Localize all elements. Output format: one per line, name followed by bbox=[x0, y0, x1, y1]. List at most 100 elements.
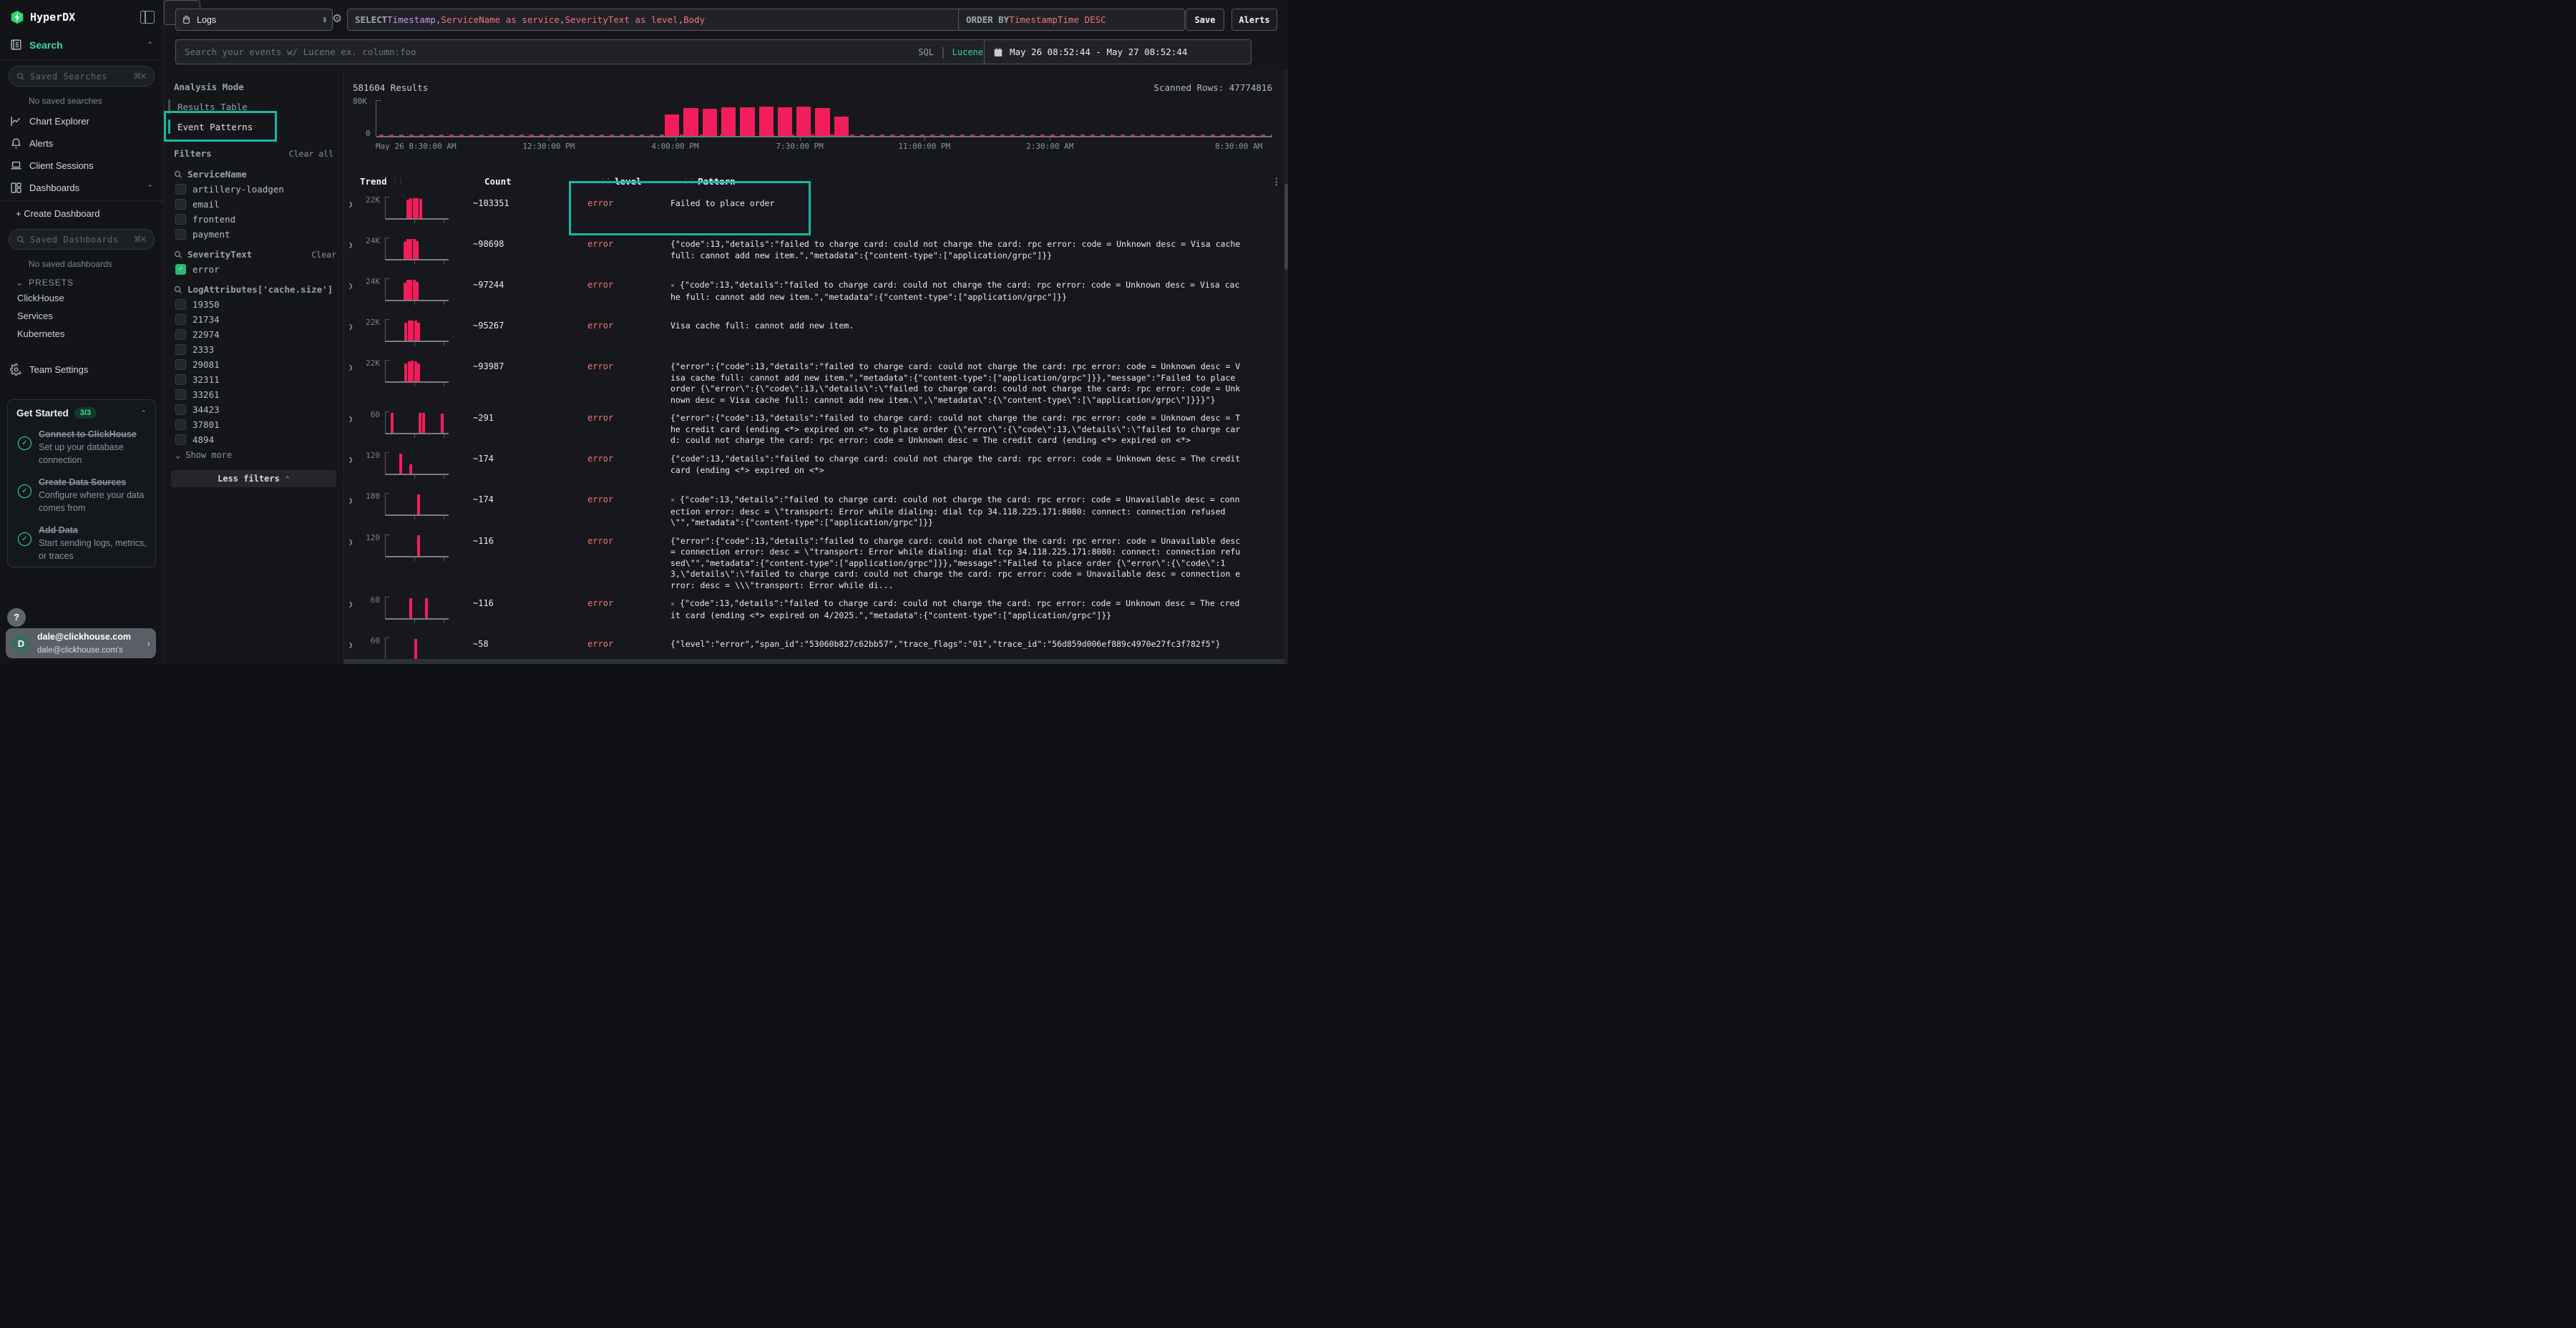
clear-all-link[interactable]: Clear all bbox=[289, 149, 333, 159]
expand-chevron-icon[interactable]: ❯ bbox=[348, 235, 360, 250]
less-filters-button[interactable]: Less filters ⌃ bbox=[171, 470, 336, 487]
source-select[interactable]: Logs ▲▼ bbox=[175, 9, 333, 31]
filter-option[interactable]: 2333 bbox=[174, 342, 336, 357]
checkbox[interactable] bbox=[175, 359, 186, 370]
analysis-mode-event-patterns[interactable]: Event Patterns bbox=[164, 117, 343, 137]
lucene-mode-toggle[interactable]: Lucene bbox=[952, 47, 983, 57]
results-histogram[interactable]: 80K 0 May 26 8:30:00 AM12:30:00 PM4:00:0… bbox=[376, 100, 1272, 149]
chevron-up-icon[interactable]: ⌃ bbox=[147, 185, 153, 191]
checkbox[interactable] bbox=[175, 299, 186, 310]
get-started-item[interactable]: ✓ Connect to ClickHouse Set up your data… bbox=[18, 428, 147, 467]
filter-option[interactable]: 22974 bbox=[174, 327, 336, 342]
pattern-row[interactable]: ❯24K~97244error×{"code":13,"details":"fa… bbox=[344, 274, 1288, 315]
filter-option[interactable]: 19350 bbox=[174, 297, 336, 312]
pattern-row[interactable]: ❯60~116error×{"code":13,"details":"faile… bbox=[344, 592, 1288, 633]
sidebar-item-search[interactable]: Search ⌃ bbox=[0, 31, 163, 58]
filter-option[interactable]: ✓error bbox=[174, 262, 336, 277]
checkbox[interactable] bbox=[175, 199, 186, 210]
sidebar-item-client-sessions[interactable]: Client Sessions bbox=[0, 155, 163, 177]
sidebar-item-team-settings[interactable]: Team Settings bbox=[0, 358, 163, 381]
checkbox[interactable] bbox=[175, 374, 186, 385]
help-button[interactable]: ? bbox=[7, 608, 26, 627]
pattern-row[interactable]: ❯24K~98698error{"code":13,"details":"fai… bbox=[344, 233, 1288, 274]
checkbox[interactable] bbox=[175, 229, 186, 240]
pattern-row[interactable]: ❯120~174error{"code":13,"details":"faile… bbox=[344, 448, 1288, 489]
expand-chevron-icon[interactable]: ❯ bbox=[348, 316, 360, 331]
expand-chevron-icon[interactable]: ❯ bbox=[348, 449, 360, 464]
sql-mode-toggle[interactable]: SQL bbox=[918, 47, 934, 57]
chevron-up-icon[interactable]: ⌃ bbox=[141, 410, 147, 416]
pattern-row[interactable]: ❯22K~103351errorFailed to place order bbox=[344, 192, 1288, 233]
pattern-row[interactable]: ❯22K~95267errorVisa cache full: cannot a… bbox=[344, 315, 1288, 356]
sidebar-item-dashboards[interactable]: Dashboards ⌃ bbox=[0, 177, 163, 199]
filter-option[interactable]: 33261 bbox=[174, 387, 336, 402]
saved-dashboards-input[interactable]: Saved Dashboards ⌘K bbox=[9, 229, 155, 250]
search-input[interactable]: Search your events w/ Lucene ex. column:… bbox=[175, 39, 992, 64]
checkbox[interactable] bbox=[175, 314, 186, 325]
pattern-row[interactable]: ❯120~116error{"error":{"code":13,"detail… bbox=[344, 530, 1288, 593]
filter-option[interactable]: frontend bbox=[174, 212, 336, 227]
analysis-mode-results-table[interactable]: Results Table bbox=[164, 97, 343, 117]
pattern-row[interactable]: ❯60~291error{"error":{"code":13,"details… bbox=[344, 407, 1288, 448]
column-header-trend[interactable]: Trend⋮⋮ bbox=[348, 176, 484, 187]
source-settings-gear-icon[interactable]: ⚙ bbox=[328, 9, 346, 28]
user-menu[interactable]: D dale@clickhouse.com dale@clickhouse.co… bbox=[6, 628, 156, 658]
checkbox[interactable] bbox=[175, 389, 186, 400]
preset-services[interactable]: Services bbox=[0, 307, 163, 325]
expand-chevron-icon[interactable]: ❯ bbox=[348, 532, 360, 547]
expand-chevron-icon[interactable]: ❯ bbox=[348, 490, 360, 505]
filter-option[interactable]: 29081 bbox=[174, 357, 336, 372]
checkbox[interactable] bbox=[175, 344, 186, 355]
clear-filter-link[interactable]: Clear bbox=[311, 250, 336, 260]
checkbox[interactable] bbox=[175, 214, 186, 225]
saved-searches-input[interactable]: Saved Searches ⌘K bbox=[9, 66, 155, 87]
get-started-item[interactable]: ✓ Create Data Sources Configure where yo… bbox=[18, 476, 147, 514]
create-dashboard-button[interactable]: + Create Dashboard bbox=[0, 202, 163, 223]
sidebar-item-alerts[interactable]: Alerts bbox=[0, 132, 163, 155]
drag-handle-icon[interactable]: ⋮⋮ bbox=[599, 177, 610, 186]
drag-handle-icon[interactable]: ⋮⋮ bbox=[682, 177, 693, 186]
expand-chevron-icon[interactable]: ❯ bbox=[348, 635, 360, 650]
order-by-input[interactable]: ORDER BY TimestampTime DESC bbox=[958, 9, 1185, 31]
alerts-button[interactable]: Alerts bbox=[1231, 9, 1277, 31]
checkbox[interactable] bbox=[175, 419, 186, 430]
checkbox[interactable] bbox=[175, 404, 186, 415]
presets-toggle[interactable]: ⌄ PRESETS bbox=[0, 273, 163, 289]
drag-handle-icon[interactable]: ⋮⋮ bbox=[391, 177, 403, 186]
save-button[interactable]: Save bbox=[1186, 9, 1224, 31]
column-header-level[interactable]: ⋮⋮level bbox=[599, 176, 682, 187]
sidebar-item-chart-explorer[interactable]: Chart Explorer bbox=[0, 110, 163, 132]
expand-chevron-icon[interactable]: ❯ bbox=[348, 194, 360, 209]
get-started-item[interactable]: ✓ Add Data Start sending logs, metrics, … bbox=[18, 524, 147, 562]
pattern-row[interactable]: ❯22K~93987error{"error":{"code":13,"deta… bbox=[344, 356, 1288, 407]
date-range-picker[interactable]: May 26 08:52:44 - May 27 08:52:44 bbox=[984, 39, 1252, 64]
column-header-count[interactable]: Count bbox=[484, 176, 599, 187]
filter-option[interactable]: 34423 bbox=[174, 402, 336, 417]
checkbox[interactable] bbox=[175, 184, 186, 195]
horizontal-scrollbar[interactable] bbox=[344, 659, 1284, 664]
filter-option[interactable]: 37801 bbox=[174, 417, 336, 432]
chevron-up-icon[interactable]: ⌃ bbox=[147, 42, 153, 48]
filter-option[interactable]: payment bbox=[174, 227, 336, 242]
checkbox[interactable]: ✓ bbox=[175, 264, 186, 275]
filter-option[interactable]: 32311 bbox=[174, 372, 336, 387]
show-more-link[interactable]: ⌄Show more bbox=[174, 447, 336, 460]
preset-kubernetes[interactable]: Kubernetes bbox=[0, 325, 163, 343]
expand-chevron-icon[interactable]: ❯ bbox=[348, 594, 360, 609]
sidebar-collapse-icon[interactable] bbox=[140, 11, 155, 24]
table-menu-icon[interactable]: ⋮ bbox=[1272, 176, 1282, 187]
filter-option[interactable]: 21734 bbox=[174, 312, 336, 327]
preset-clickhouse[interactable]: ClickHouse bbox=[0, 289, 163, 307]
scrollbar-thumb[interactable] bbox=[1284, 184, 1288, 270]
filter-option[interactable]: artillery-loadgen bbox=[174, 182, 336, 197]
column-header-pattern[interactable]: ⋮⋮Pattern bbox=[682, 176, 736, 187]
expand-chevron-icon[interactable]: ❯ bbox=[348, 409, 360, 424]
expand-chevron-icon[interactable]: ❯ bbox=[348, 275, 360, 290]
checkbox[interactable] bbox=[175, 329, 186, 340]
filter-option[interactable]: 4894 bbox=[174, 432, 336, 447]
filter-option[interactable]: email bbox=[174, 197, 336, 212]
vertical-scrollbar[interactable] bbox=[1284, 69, 1288, 664]
checkbox[interactable] bbox=[175, 434, 186, 445]
pattern-row[interactable]: ❯180~174error×{"code":13,"details":"fail… bbox=[344, 489, 1288, 530]
expand-chevron-icon[interactable]: ❯ bbox=[348, 357, 360, 372]
